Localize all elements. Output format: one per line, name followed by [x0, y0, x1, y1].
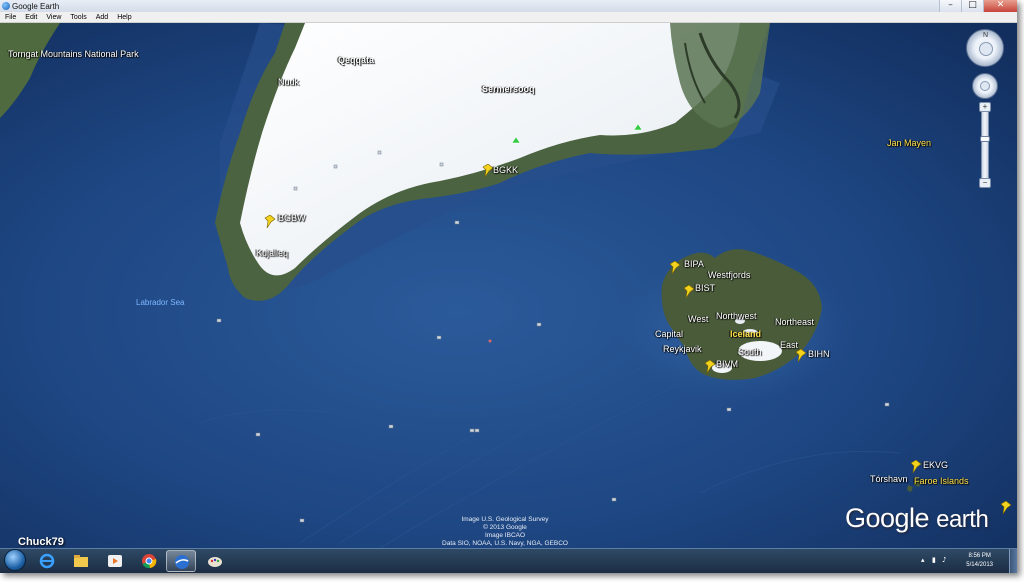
taskbar-file-explorer[interactable]: [66, 550, 96, 572]
menu-view[interactable]: View: [41, 14, 65, 21]
taskbar-google-earth[interactable]: [166, 550, 196, 572]
place-label-reykjavik[interactable]: Reykjavik: [663, 344, 702, 354]
pushpin-bipa-icon[interactable]: [669, 261, 681, 275]
zoom-slider[interactable]: + −: [979, 102, 991, 188]
file-explorer-icon: [74, 555, 88, 567]
place-label-west[interactable]: West: [688, 314, 708, 324]
zoom-out-button[interactable]: −: [979, 178, 991, 188]
place-label-ekvg[interactable]: EKVG: [923, 460, 948, 470]
compass-ring[interactable]: N: [966, 29, 1004, 67]
media-player-icon: [108, 555, 122, 567]
taskbar-clock[interactable]: 8:56 PM 5/14/2013: [966, 552, 993, 570]
start-button[interactable]: [4, 549, 26, 571]
look-joystick-icon[interactable]: [980, 81, 990, 91]
menu-edit[interactable]: Edit: [20, 14, 41, 21]
place-label-bgbw[interactable]: BGBW: [278, 213, 306, 223]
place-label-northeast[interactable]: Northeast: [775, 317, 814, 327]
logo-google: Google: [845, 503, 930, 533]
navigation-controls: N + −: [963, 29, 1007, 188]
user-watermark: Chuck79: [18, 536, 64, 548]
place-label-torngat[interactable]: Torngat Mountains National Park: [8, 49, 139, 59]
place-label-bivm[interactable]: BIVM: [716, 359, 738, 369]
place-label-torshavn[interactable]: Tórshavn: [870, 474, 908, 484]
clock-time: 8:56 PM: [968, 553, 991, 559]
attribution-line: Image IBCAO: [484, 532, 526, 539]
earth-map-view[interactable]: Torngat Mountains National Park Qeqqata …: [0, 23, 1017, 548]
place-label-bihn[interactable]: BIHN: [808, 349, 830, 359]
windows-taskbar: ▴ ▮ ♪ 8:56 PM 5/14/2013: [0, 548, 1017, 573]
place-label-bist[interactable]: BIST: [695, 283, 715, 293]
pushpin-bihn-icon[interactable]: [795, 349, 807, 363]
close-button[interactable]: ✕: [983, 0, 1017, 12]
place-label-bipa[interactable]: BIPA: [684, 259, 704, 269]
place-label-northwest[interactable]: Northwest: [716, 311, 757, 321]
north-indicator[interactable]: N: [983, 32, 988, 39]
google-earth-app-icon: [2, 2, 10, 10]
system-tray: ▴ ▮ ♪ 8:56 PM 5/14/2013: [919, 551, 1009, 571]
show-desktop-button[interactable]: [1009, 549, 1017, 573]
minimize-button[interactable]: –: [939, 0, 961, 12]
place-label-labrador-sea[interactable]: Labrador Sea: [136, 298, 184, 307]
taskbar-media-player[interactable]: [100, 550, 130, 572]
place-label-kujalleq[interactable]: Kujalleq: [256, 248, 288, 258]
attribution-line: Image U.S. Geological Survey: [461, 516, 549, 523]
menu-add[interactable]: Add: [91, 14, 112, 21]
menu-file[interactable]: File: [0, 14, 20, 21]
place-label-capital[interactable]: Capital: [655, 329, 683, 339]
menu-bar: File Edit View Tools Add Help: [0, 12, 1017, 23]
google-earth-icon: [175, 555, 189, 569]
map-imagery: [0, 23, 1017, 548]
chrome-icon: [142, 554, 157, 569]
show-hidden-icons-icon[interactable]: ▴: [921, 556, 925, 564]
place-label-westfjords[interactable]: Westfjords: [708, 270, 750, 280]
taskbar-chrome[interactable]: [134, 550, 164, 572]
place-label-iceland[interactable]: Iceland: [730, 329, 761, 339]
pushpin-bgbw-icon[interactable]: [264, 215, 276, 229]
taskbar-internet-explorer[interactable]: [32, 550, 62, 572]
place-label-qeqqata[interactable]: Qeqqata: [338, 55, 374, 65]
menu-help[interactable]: Help: [112, 14, 135, 21]
look-joystick[interactable]: [972, 73, 998, 99]
place-label-east[interactable]: East: [780, 340, 798, 350]
pushpin-ekvg-icon[interactable]: [910, 460, 922, 474]
attribution-line: Data SIO, NOAA, U.S. Navy, NGA, GEBCO: [442, 540, 568, 547]
google-earth-window: Google Earth – □ ✕ File Edit View Tools …: [0, 0, 1017, 573]
window-controls: – □ ✕: [939, 0, 1017, 12]
pushpin-edge-icon[interactable]: [1000, 501, 1012, 515]
place-label-sermersooq[interactable]: Sermersooq: [482, 84, 535, 94]
place-label-bgkk[interactable]: BGKK: [493, 165, 518, 175]
move-joystick-icon[interactable]: [979, 42, 993, 56]
pushpin-bivm-icon[interactable]: [704, 360, 716, 374]
pushpin-bist-icon[interactable]: [683, 285, 695, 299]
place-label-jan-mayen[interactable]: Jan Mayen: [887, 138, 931, 148]
paint-icon: [208, 557, 222, 567]
place-label-nuuk[interactable]: Nuuk: [278, 77, 299, 87]
title-bar[interactable]: Google Earth – □ ✕: [0, 0, 1017, 12]
place-label-faroe-islands[interactable]: Faroe Islands: [914, 476, 969, 486]
taskbar-paint[interactable]: [200, 550, 230, 572]
menu-tools[interactable]: Tools: [65, 14, 90, 21]
imagery-attribution: Image U.S. Geological Survey © 2013 Goog…: [430, 516, 580, 548]
google-earth-logo: Google earth: [845, 503, 989, 534]
clock-date: 5/14/2013: [966, 562, 993, 568]
place-label-south[interactable]: South: [738, 347, 762, 357]
maximize-button[interactable]: □: [961, 0, 983, 12]
attribution-line: © 2013 Google: [483, 524, 527, 531]
network-icon[interactable]: ▮: [932, 556, 936, 564]
logo-earth: earth: [936, 506, 989, 533]
volume-icon[interactable]: ♪: [942, 556, 946, 564]
zoom-in-button[interactable]: +: [979, 102, 991, 112]
zoom-slider-thumb[interactable]: [980, 136, 990, 142]
internet-explorer-icon: [39, 553, 55, 569]
